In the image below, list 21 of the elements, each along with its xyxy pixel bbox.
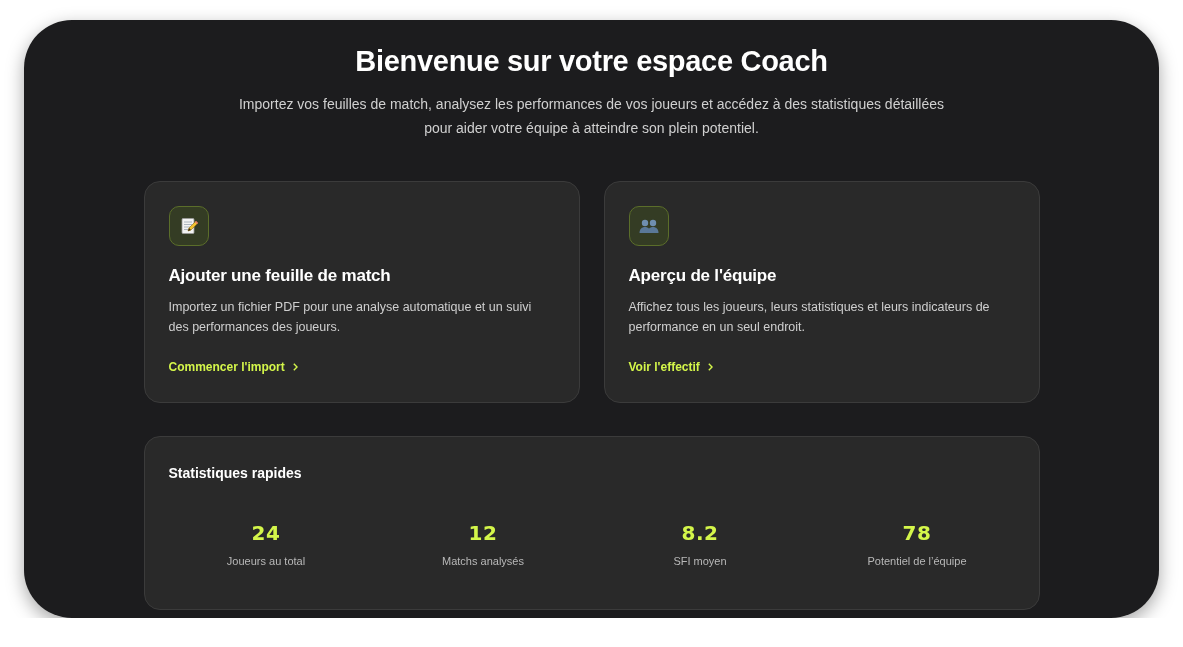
card-link[interactable]: Commencer l'import [168,358,298,376]
stat-value: 12 [468,520,498,546]
people-icon [638,218,659,234]
stat-label: Potentiel de l’équipe [867,554,967,568]
stat-value: 78 [902,520,932,546]
card-description: Affichez tous les joueurs, leurs statistiques et leurs indicateurs de performance en un seul endroit. [628,299,991,336]
chevron-right-icon [292,363,298,371]
memo-icon [179,217,198,235]
panel-title: Statistiques rapides [168,464,303,482]
card-description: Importez un fichier PDF pour une analyse automatique et un suivi des performances des joueurs. [168,299,533,336]
card-title: Aperçu de l'équipe [628,265,777,287]
stat-label: SFI moyen [673,554,727,568]
chevron-right-icon [707,363,713,371]
card-title: Ajouter une feuille de match [168,265,391,287]
stat-label: Matchs analysés [442,554,524,568]
stat-value: 24 [251,520,281,546]
card-link[interactable]: Voir l'effectif [628,358,713,376]
stat-label: Joueurs au total [226,554,306,568]
page-title: Bienvenue sur votre espace Coach [355,44,828,78]
stat-value: 8.2 [681,520,719,546]
page-subtitle: Importez vos feuilles de match, analysez les performances de vos joueurs et accédez à des statistiques détaillées pour aider votre équipe à atteindre son plein potentiel. [238,95,945,138]
